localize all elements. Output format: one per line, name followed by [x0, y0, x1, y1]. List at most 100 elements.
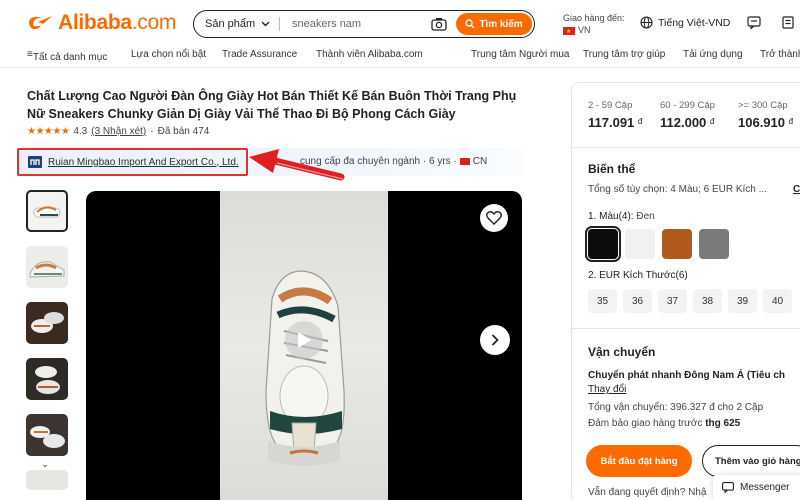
- price-tier-2: 60 - 299 Cặp 112.000 đ: [660, 100, 715, 130]
- messenger-widget[interactable]: Messenger: [713, 475, 800, 500]
- size-option[interactable]: 37: [658, 289, 687, 313]
- camera-icon[interactable]: [431, 17, 447, 31]
- thumbnail-5[interactable]: [26, 414, 68, 456]
- guarantee-prefix: Đảm bảo giao hàng trước: [588, 418, 703, 429]
- play-button[interactable]: [285, 321, 323, 359]
- nav-all-categories[interactable]: ≡ Tất cả danh mục: [27, 49, 107, 63]
- color-label: 1. Màu(4): Đen: [588, 211, 655, 222]
- vietnam-flag-icon: [563, 26, 575, 38]
- panel-divider: [571, 328, 800, 329]
- undecided-text: Vẫn đang quyết định? Nhậ: [588, 487, 707, 498]
- nav-membership[interactable]: Thành viên Alibaba.com: [316, 49, 423, 60]
- alibaba-logo[interactable]: Alibaba.com: [26, 11, 176, 35]
- thumbnail-strip: [26, 190, 70, 500]
- shipping-change-link[interactable]: Thay đổi: [588, 384, 626, 395]
- ship-country: VN: [578, 25, 591, 35]
- thumbnail-2[interactable]: [26, 246, 68, 288]
- guarantee-date: thg 625: [705, 418, 741, 429]
- nav-buyer-center[interactable]: Trung tâm Người mua: [471, 49, 569, 60]
- thumbnail-scroll-down-icon[interactable]: ⌄: [41, 459, 49, 470]
- top-header: Alibaba.com Sản phẩm sneakers nam Tìm ki…: [0, 0, 800, 46]
- nav-become-supplier[interactable]: Trở thành: [760, 49, 800, 60]
- nav-featured[interactable]: Lựa chọn nổi bật: [131, 49, 206, 60]
- thumbnail-3[interactable]: [26, 302, 68, 344]
- tier-qty: 2 - 59 Cặp: [588, 100, 633, 111]
- search-category-label: Sản phẩm: [205, 18, 256, 30]
- search-input[interactable]: sneakers nam: [280, 18, 431, 30]
- product-video[interactable]: [86, 191, 522, 500]
- color-label-text: 1. Màu(4):: [588, 211, 634, 222]
- size-option[interactable]: 35: [588, 289, 617, 313]
- chat-icon: [722, 482, 734, 493]
- alibaba-logo-icon: [26, 12, 56, 34]
- red-arrow-annotation: [249, 149, 345, 181]
- dot-separator: ·: [150, 126, 154, 137]
- size-option[interactable]: 36: [623, 289, 652, 313]
- play-icon: [298, 332, 311, 348]
- message-icon[interactable]: [747, 16, 761, 29]
- ship-to-selector[interactable]: Giao hàng đến: VN: [563, 12, 625, 38]
- color-swatch-gray[interactable]: [699, 229, 729, 259]
- supplier-country: CN: [472, 156, 488, 167]
- tier-price: 106.910: [738, 115, 785, 130]
- size-option[interactable]: 38: [693, 289, 722, 313]
- heart-icon: [486, 211, 502, 225]
- chevron-down-icon: [261, 21, 270, 27]
- shipping-cost: Tổng vận chuyển: 396.327 đ cho 2 Cặp: [588, 402, 764, 413]
- price-tier-3: >= 300 Cặp 106.910 đ: [738, 100, 793, 130]
- variants-select-link[interactable]: C: [793, 184, 800, 195]
- china-flag-icon: [459, 157, 470, 165]
- supplier-highlight-box: Ruian Mingbao Import And Export Co., Ltd…: [17, 148, 248, 176]
- rating-value: 4.3: [73, 126, 88, 137]
- supplier-store-icon: [28, 156, 42, 168]
- search-bar: Sản phẩm sneakers nam Tìm kiếm: [193, 10, 535, 38]
- size-option[interactable]: 39: [728, 289, 757, 313]
- orders-icon[interactable]: [781, 16, 795, 29]
- rating-stars-icon: ★★★★★: [27, 126, 70, 137]
- category-nav: ≡ Tất cả danh mục Lựa chọn nổi bật Trade…: [0, 46, 800, 68]
- color-swatch-white[interactable]: [625, 229, 655, 259]
- start-order-button[interactable]: Bắt đầu đặt hàng: [586, 445, 692, 477]
- favorite-button[interactable]: [480, 204, 508, 232]
- thumbnail-4[interactable]: [26, 358, 68, 400]
- ship-to-label: Giao hàng đến:: [563, 13, 625, 23]
- shipping-method: Chuyển phát nhanh Đông Nam Á (Tiêu ch: [588, 370, 786, 381]
- price-tier-1: 2 - 59 Cặp 117.091 đ: [588, 100, 642, 130]
- price-tiers: 2 - 59 Cặp 117.091 đ 60 - 299 Cặp 112.00…: [588, 100, 800, 140]
- search-button-label: Tìm kiếm: [479, 18, 523, 30]
- search-button[interactable]: Tìm kiếm: [456, 13, 532, 35]
- tier-price: 112.000: [660, 115, 707, 130]
- delivery-guarantee: Đảm bảo giao hàng trước thg 625: [588, 418, 740, 429]
- variants-title: Biến thể: [588, 162, 636, 176]
- messenger-label: Messenger: [740, 482, 790, 493]
- shipping-title: Vận chuyển: [588, 345, 656, 359]
- thumbnail-1[interactable]: [26, 190, 68, 232]
- logo-text: Alibaba.com: [58, 11, 177, 34]
- search-category-select[interactable]: Sản phẩm: [194, 18, 279, 30]
- color-swatch-black[interactable]: [585, 226, 621, 262]
- size-label: 2. EUR Kích Thước(6): [588, 270, 688, 281]
- tier-qty: 60 - 299 Cặp: [660, 100, 715, 111]
- reviews-link[interactable]: (3 Nhận xét): [91, 126, 146, 137]
- sold-count: Đã bán 474: [157, 126, 210, 137]
- add-to-cart-button[interactable]: Thêm vào giỏ hàng: [702, 445, 800, 477]
- size-option[interactable]: 40: [763, 289, 792, 313]
- language-selector[interactable]: Tiếng Việt-VND: [640, 16, 730, 29]
- size-options: 35 36 37 38 39 40: [588, 289, 792, 313]
- tier-qty: >= 300 Cặp: [738, 100, 788, 111]
- nav-trade-assurance[interactable]: Trade Assurance: [222, 49, 297, 60]
- variants-summary: Tổng số tùy chọn: 4 Màu; 6 EUR Kích ...: [588, 184, 767, 195]
- product-title: Chất Lượng Cao Người Đàn Ông Giày Hot Bá…: [27, 89, 517, 121]
- nav-download-app[interactable]: Tải ứng dụng: [683, 49, 743, 60]
- thumbnail-6[interactable]: [26, 470, 68, 490]
- product-rating: ★★★★★ 4.3 (3 Nhận xét) · Đã bán 474: [27, 126, 209, 137]
- color-swatch-brown[interactable]: [662, 229, 692, 259]
- tier-currency: đ: [637, 117, 643, 126]
- next-media-button[interactable]: [480, 325, 510, 355]
- tier-price: 117.091: [588, 115, 635, 130]
- tier-currency: đ: [709, 117, 715, 126]
- nav-help-center[interactable]: Trung tâm trợ giúp: [583, 49, 665, 60]
- panel-divider: [571, 147, 800, 148]
- supplier-name-link[interactable]: Ruian Mingbao Import And Export Co., Ltd…: [48, 157, 239, 168]
- language-label: Tiếng Việt-VND: [658, 16, 731, 29]
